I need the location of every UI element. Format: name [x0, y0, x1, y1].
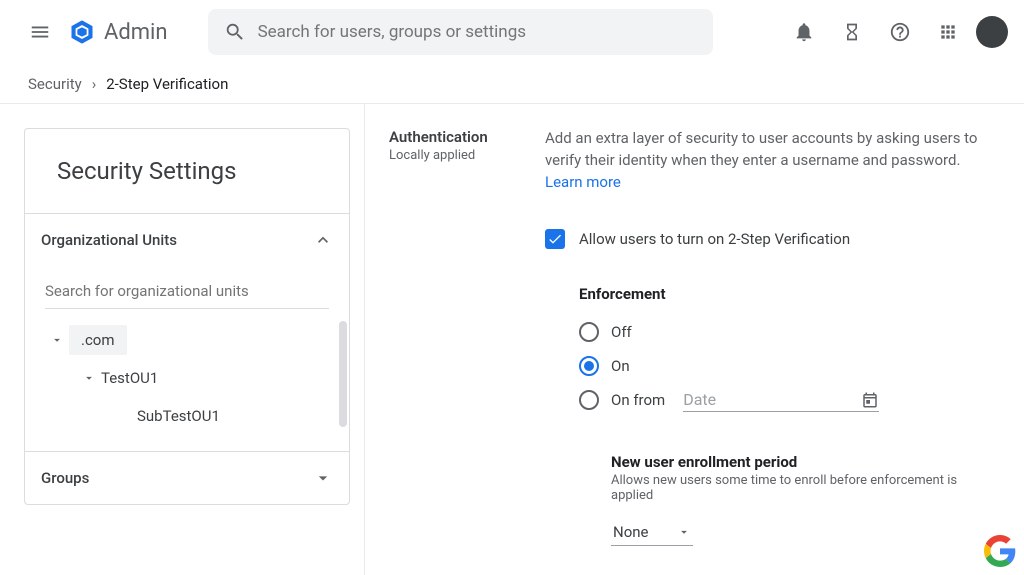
new-user-select[interactable]: None [611, 519, 693, 546]
ou-label-subtestou1: SubTestOU1 [137, 407, 220, 425]
header-actions [784, 12, 1008, 52]
ou-tree: .com TestOU1 SubTestOU1 [25, 321, 349, 435]
breadcrumb: Security › 2-Step Verification [0, 64, 1024, 104]
help-button[interactable] [880, 12, 920, 52]
radio-on-label: On [611, 357, 630, 375]
enforcement-block: Enforcement Off On On from Date [579, 285, 1000, 417]
admin-logo-icon [68, 18, 96, 46]
section-scope: Locally applied [389, 148, 489, 163]
ou-scrollbar[interactable] [339, 321, 347, 427]
new-user-desc: Allows new users some time to enroll bef… [611, 473, 1000, 503]
hourglass-icon [842, 21, 862, 43]
section-heading: Authentication Locally applied [389, 128, 489, 575]
new-user-value: None [613, 523, 649, 541]
bell-icon [793, 21, 815, 43]
menu-icon [29, 21, 51, 43]
enforcement-on-row[interactable]: On [579, 349, 1000, 383]
dropdown-icon [677, 525, 691, 539]
org-units-toggle[interactable]: Organizational Units [25, 213, 349, 266]
radio-on[interactable] [579, 356, 599, 376]
breadcrumb-current: 2-Step Verification [106, 75, 228, 93]
enforcement-date-input[interactable]: Date [683, 388, 879, 412]
ou-row-subtestou1[interactable]: SubTestOU1 [25, 397, 349, 435]
tasks-button[interactable] [832, 12, 872, 52]
enforcement-onfrom-row[interactable]: On from Date [579, 383, 1000, 417]
settings-detail: Authentication Locally applied Add an ex… [365, 104, 1024, 575]
app-logo[interactable]: Admin [68, 18, 168, 46]
caret-down-icon[interactable] [45, 333, 69, 347]
ou-row-root[interactable]: .com [25, 321, 349, 359]
section-description: Add an extra layer of security to user a… [545, 128, 1000, 193]
panel-title: Security Settings [25, 129, 349, 213]
ou-label-testou1: TestOU1 [101, 369, 158, 387]
section-title: Authentication [389, 128, 489, 146]
org-units-body: .com TestOU1 SubTestOU1 [25, 266, 349, 451]
search-icon [224, 21, 246, 43]
main-content: Security Settings Organizational Units .… [0, 104, 1024, 575]
notifications-button[interactable] [784, 12, 824, 52]
enforcement-off-row[interactable]: Off [579, 315, 1000, 349]
ou-label-root: .com [69, 325, 127, 355]
checkmark-icon [547, 231, 563, 247]
help-icon [889, 21, 911, 43]
groups-toggle[interactable]: Groups [25, 451, 349, 504]
allow-2sv-label: Allow users to turn on 2-Step Verificati… [579, 230, 850, 248]
search-box[interactable] [208, 9, 713, 55]
enforcement-title: Enforcement [579, 285, 1000, 303]
app-name: Admin [104, 20, 168, 45]
app-header: Admin [0, 0, 1024, 64]
ou-search-wrap [45, 274, 329, 309]
hamburger-menu-button[interactable] [16, 8, 64, 56]
org-units-label: Organizational Units [41, 231, 177, 249]
allow-2sv-checkbox[interactable] [545, 229, 565, 249]
account-avatar[interactable] [976, 16, 1008, 48]
auth-section: Authentication Locally applied Add an ex… [389, 128, 1000, 575]
date-placeholder: Date [683, 390, 861, 409]
chevron-up-icon [313, 230, 333, 250]
ou-search-input[interactable] [45, 274, 329, 309]
ou-row-testou1[interactable]: TestOU1 [25, 359, 349, 397]
calendar-icon [861, 391, 879, 409]
radio-off[interactable] [579, 322, 599, 342]
learn-more-link[interactable]: Learn more [545, 173, 621, 191]
caret-down-icon[interactable] [77, 371, 101, 385]
google-logo-icon [984, 535, 1016, 567]
radio-onfrom-label: On from [611, 391, 665, 409]
radio-onfrom[interactable] [579, 390, 599, 410]
search-input[interactable] [258, 22, 697, 42]
chevron-right-icon: › [92, 75, 97, 93]
groups-label: Groups [41, 469, 89, 487]
allow-2sv-row[interactable]: Allow users to turn on 2-Step Verificati… [545, 229, 1000, 249]
left-sidebar: Security Settings Organizational Units .… [0, 104, 365, 575]
section-body: Add an extra layer of security to user a… [545, 128, 1000, 575]
radio-off-label: Off [611, 323, 632, 341]
apps-grid-icon [938, 22, 958, 42]
new-user-block: New user enrollment period Allows new us… [611, 453, 1000, 546]
breadcrumb-root[interactable]: Security [28, 75, 82, 93]
chevron-down-icon [313, 468, 333, 488]
security-settings-panel: Security Settings Organizational Units .… [24, 128, 350, 505]
apps-button[interactable] [928, 12, 968, 52]
new-user-title: New user enrollment period [611, 453, 1000, 471]
